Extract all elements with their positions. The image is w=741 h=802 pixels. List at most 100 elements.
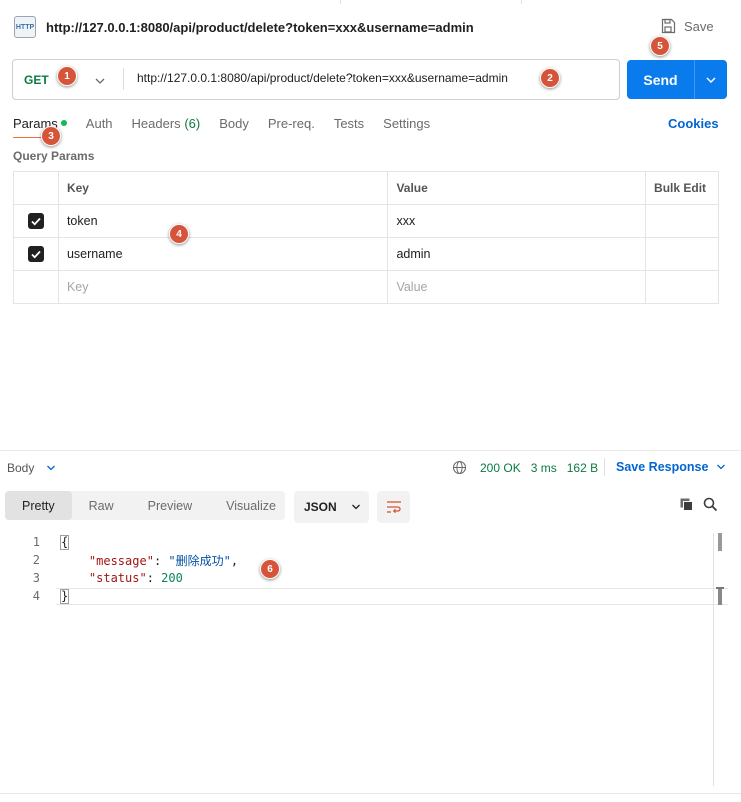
new-value-input[interactable]: Value	[387, 270, 647, 304]
divider	[0, 793, 741, 794]
param-key[interactable]: username	[57, 237, 389, 271]
save-label: Save	[684, 18, 714, 34]
response-size[interactable]: 162 B	[567, 461, 598, 475]
table-row: username admin	[13, 237, 719, 271]
tab-headers-count: (6)	[184, 116, 201, 131]
chevron-down-icon	[351, 504, 360, 510]
code-text: }	[60, 588, 70, 604]
table-row: token xxx	[13, 204, 719, 238]
code-text: "status": 200	[88, 571, 183, 585]
tab-tests[interactable]: Tests	[334, 116, 364, 131]
checkbox-checked[interactable]	[27, 246, 44, 262]
code-line: 3 "status": 200	[0, 569, 741, 587]
callout-marker-1: 1	[57, 66, 77, 86]
new-description-input[interactable]	[645, 270, 719, 304]
line-number: 3	[32, 571, 40, 585]
send-options-chevron-icon[interactable]	[695, 75, 727, 85]
new-key-input[interactable]: Key	[57, 270, 389, 304]
checkbox-cell	[13, 270, 59, 304]
url-input[interactable]: http://127.0.0.1:8080/api/product/delete…	[137, 71, 508, 85]
callout-marker-6: 6	[260, 559, 280, 579]
tab-headers[interactable]: Headers (6)	[132, 116, 201, 131]
globe-icon[interactable]	[452, 460, 467, 478]
line-number: 4	[32, 589, 40, 603]
chevron-down-icon[interactable]	[94, 74, 106, 89]
code-text: {	[60, 534, 70, 550]
send-button[interactable]: Send	[627, 60, 727, 99]
status-code[interactable]: 200 OK	[480, 461, 521, 475]
send-label: Send	[643, 71, 678, 88]
param-key[interactable]: token	[57, 204, 389, 238]
method-select[interactable]: GET	[24, 73, 49, 87]
response-status: 200 OK 3 ms 162 B	[480, 461, 598, 475]
param-value[interactable]: xxx	[387, 204, 647, 238]
callout-marker-4: 4	[169, 224, 189, 244]
query-params-label: Query Params	[13, 149, 95, 163]
json-key: "message"	[88, 553, 154, 568]
tab-raw[interactable]: Raw	[72, 491, 131, 520]
tab-headers-label: Headers	[131, 116, 181, 131]
checkbox-cell	[13, 204, 59, 238]
tab-settings[interactable]: Settings	[383, 116, 430, 131]
tab-prereq[interactable]: Pre-req.	[268, 116, 315, 131]
language-label: JSON	[304, 500, 337, 514]
http-badge-text: HTTP	[15, 23, 35, 31]
copy-icon[interactable]	[679, 497, 694, 515]
bulk-edit-button[interactable]: Bulk Edit	[645, 171, 719, 205]
http-request-icon: HTTP	[14, 16, 36, 38]
header-value: Value	[387, 171, 647, 205]
format-tabs: Pretty Raw Preview Visualize	[5, 491, 285, 520]
param-value[interactable]: admin	[387, 237, 647, 271]
callout-marker-3: 3	[41, 126, 61, 146]
code-brace-open: {	[60, 534, 70, 550]
save-response-button[interactable]: Save Response	[616, 460, 726, 474]
json-number: 200	[161, 571, 183, 585]
search-icon[interactable]	[703, 497, 718, 515]
line-number: 1	[32, 535, 40, 549]
request-title[interactable]: http://127.0.0.1:8080/api/product/delete…	[46, 20, 474, 35]
divider	[123, 68, 124, 90]
save-button[interactable]: Save	[660, 18, 714, 34]
param-description[interactable]	[645, 204, 719, 238]
header-key: Key	[57, 171, 389, 205]
response-time[interactable]: 3 ms	[531, 461, 557, 475]
param-description[interactable]	[645, 237, 719, 271]
divider	[604, 458, 605, 476]
code-line: 4 }	[0, 587, 741, 605]
checkbox-cell	[13, 237, 59, 271]
callout-marker-5: 5	[650, 36, 670, 56]
scrollbar-thumb[interactable]	[718, 533, 722, 551]
code-text: "message": "删除成功",	[88, 553, 239, 568]
request-tabs: Params Auth Headers (6) Body Pre-req. Te…	[13, 116, 449, 131]
tab-auth[interactable]: Auth	[86, 116, 113, 131]
callout-marker-2: 2	[540, 68, 560, 88]
save-icon	[661, 18, 676, 34]
check-icon	[31, 250, 41, 259]
tab-preview[interactable]: Preview	[131, 491, 209, 520]
table-header-row: Key Value Bulk Edit	[13, 171, 719, 205]
save-response-label: Save Response	[616, 460, 709, 474]
chevron-down-icon	[717, 464, 726, 470]
tab-body[interactable]: Body	[219, 116, 249, 131]
json-key: "status"	[88, 571, 147, 585]
code-line: 1 {	[0, 533, 741, 551]
table-row-empty: Key Value	[13, 270, 719, 304]
divider	[0, 450, 741, 451]
header-cell	[13, 171, 59, 205]
wrap-lines-icon	[386, 501, 401, 514]
editor-ruler	[713, 533, 714, 786]
cookies-link[interactable]: Cookies	[668, 116, 719, 131]
tab-pretty[interactable]: Pretty	[5, 491, 72, 520]
params-table: Key Value Bulk Edit token xxx username a…	[13, 171, 719, 304]
response-body-label: Body	[7, 461, 35, 475]
tab-border	[340, 0, 522, 4]
response-body-select[interactable]: Body	[7, 461, 56, 475]
chevron-down-icon	[47, 465, 56, 471]
code-brace-close: }	[60, 588, 70, 604]
check-icon	[31, 217, 41, 226]
wrap-lines-button[interactable]	[377, 491, 410, 523]
tab-visualize[interactable]: Visualize	[209, 491, 293, 520]
language-select[interactable]: JSON	[294, 491, 369, 523]
checkbox-checked[interactable]	[27, 213, 44, 229]
scrollbar-marker	[718, 589, 722, 605]
